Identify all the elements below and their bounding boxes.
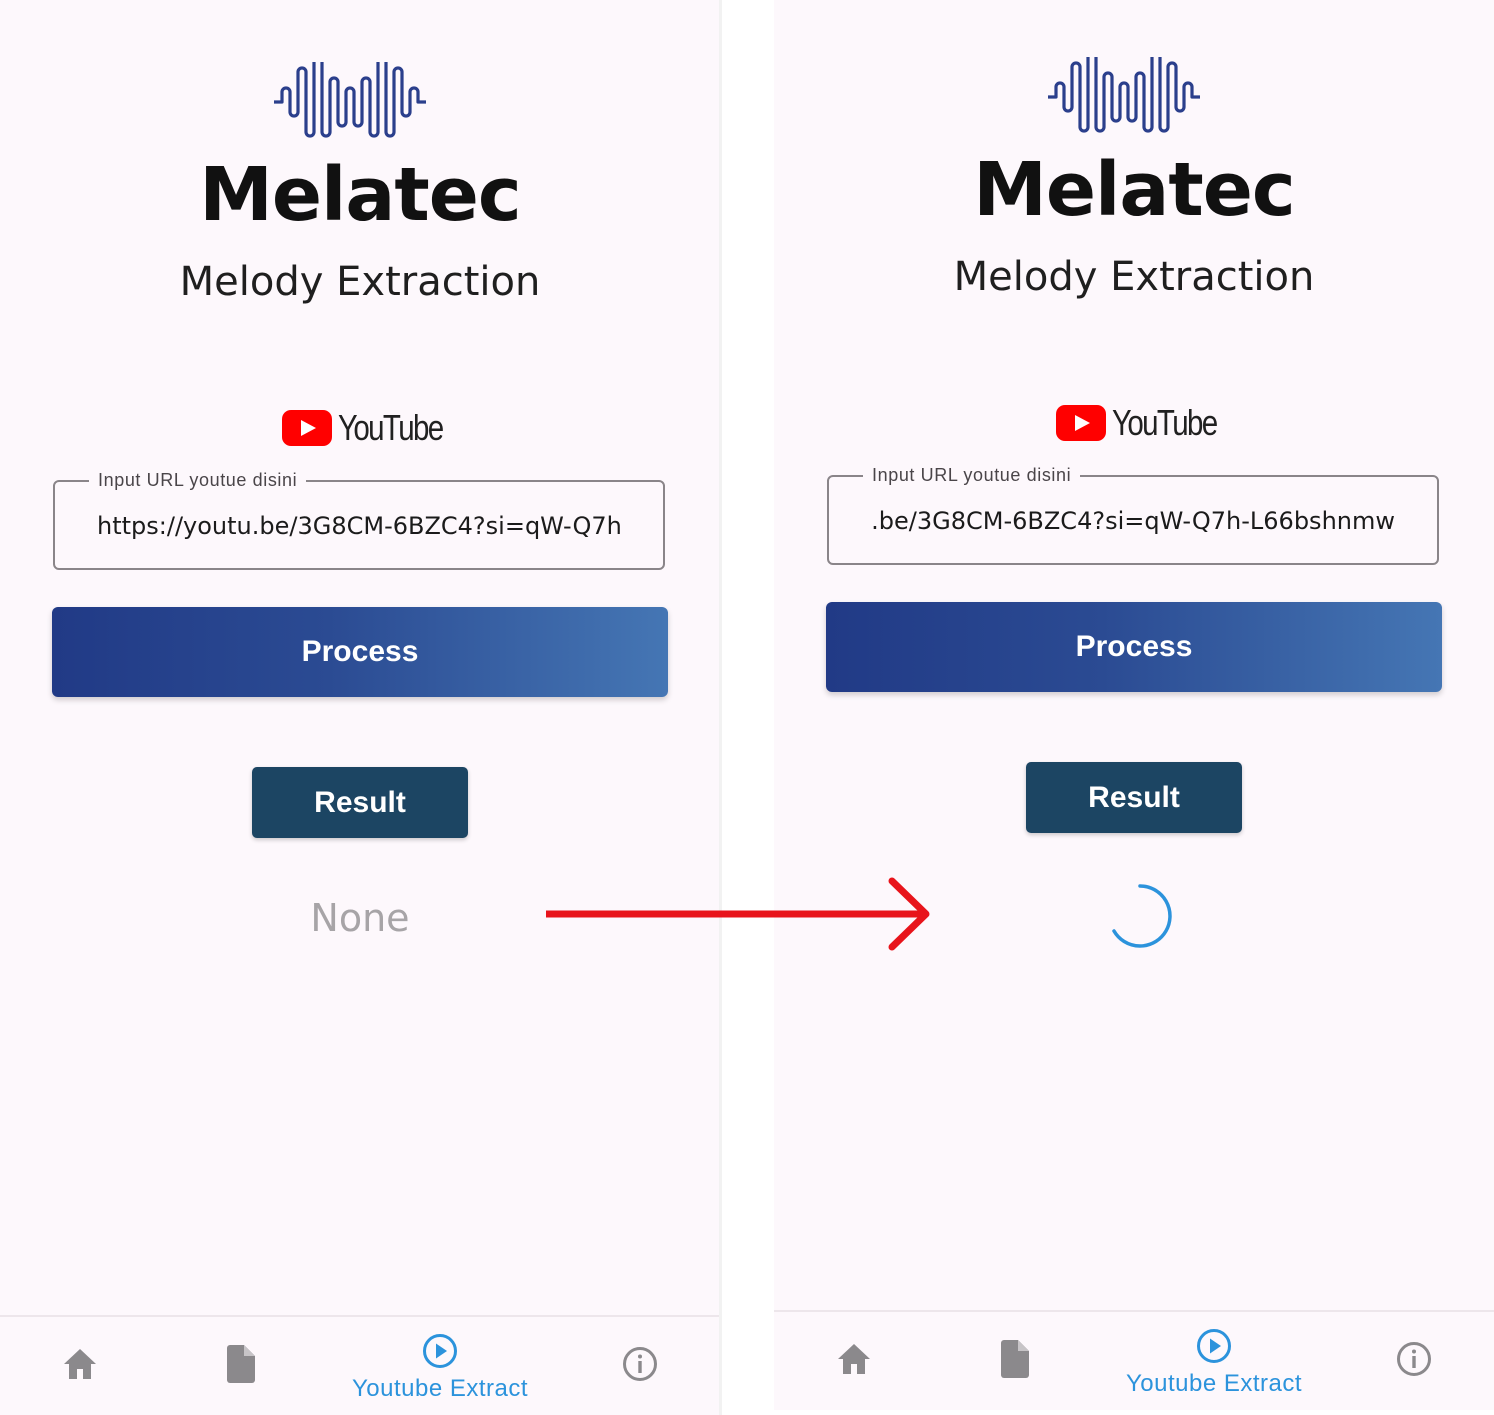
url-input-field[interactable]: Input URL youtue disini https://youtu.be…: [827, 464, 1439, 565]
sound-wave-logo-icon: [274, 62, 426, 138]
nav-label-youtube-extract: Youtube Extract: [351, 1375, 529, 1402]
home-icon: [838, 1344, 870, 1374]
screen-after: Melatec Melody Extraction YouTube Input …: [774, 0, 1494, 1410]
nav-item-info[interactable]: [1354, 1312, 1474, 1410]
process-button[interactable]: Process: [826, 602, 1442, 692]
screen-before: Melatec Melody Extraction YouTube Input …: [0, 0, 720, 1415]
youtube-play-icon: [282, 410, 332, 446]
nav-item-info[interactable]: [580, 1317, 700, 1415]
youtube-wordmark: YouTube: [338, 407, 444, 448]
url-input-label: Input URL youtue disini: [89, 469, 307, 491]
bottom-navigation: Youtube Extract: [774, 1310, 1494, 1410]
youtube-play-icon: [1056, 405, 1106, 441]
process-button[interactable]: Process: [52, 607, 668, 697]
url-input-field[interactable]: Input URL youtue disini https://youtu.be…: [53, 469, 665, 570]
url-input-value[interactable]: https://youtu.be/3G8CM-6BZC4?si=qW-Q7h-L…: [97, 510, 621, 542]
right-arrow-icon: [546, 877, 930, 951]
document-icon: [227, 1345, 255, 1383]
app-title: Melatec: [973, 147, 1296, 233]
nav-item-home[interactable]: [794, 1312, 914, 1410]
nav-item-youtube-extract[interactable]: Youtube Extract: [352, 1317, 528, 1415]
screen-divider: [719, 0, 722, 1415]
result-button[interactable]: Result: [252, 767, 468, 838]
nav-item-youtube-extract[interactable]: Youtube Extract: [1126, 1312, 1302, 1410]
loading-spinner-icon: [1112, 884, 1172, 948]
url-input-label: Input URL youtue disini: [863, 464, 1081, 486]
result-button[interactable]: Result: [1026, 762, 1242, 833]
url-input-value[interactable]: https://youtu.be/3G8CM-6BZC4?si=qW-Q7h-L…: [871, 505, 1395, 537]
nav-item-files[interactable]: [954, 1312, 1074, 1410]
info-icon: [623, 1347, 657, 1381]
nav-item-files[interactable]: [180, 1317, 300, 1415]
bottom-navigation: Youtube Extract: [0, 1315, 720, 1415]
app-subtitle: Melody Extraction: [179, 259, 541, 305]
youtube-wordmark: YouTube: [1112, 402, 1218, 443]
document-icon: [1001, 1340, 1029, 1378]
youtube-logo: YouTube: [1056, 403, 1239, 443]
nav-item-home[interactable]: [20, 1317, 140, 1415]
info-icon: [1397, 1342, 1431, 1376]
app-subtitle: Melody Extraction: [953, 254, 1315, 300]
youtube-logo: YouTube: [282, 408, 465, 448]
home-icon: [64, 1349, 96, 1379]
play-circle-icon: [423, 1334, 457, 1368]
nav-label-youtube-extract: Youtube Extract: [1125, 1370, 1303, 1397]
app-title: Melatec: [199, 152, 522, 238]
play-circle-icon: [1197, 1329, 1231, 1363]
sound-wave-logo-icon: [1048, 57, 1200, 133]
